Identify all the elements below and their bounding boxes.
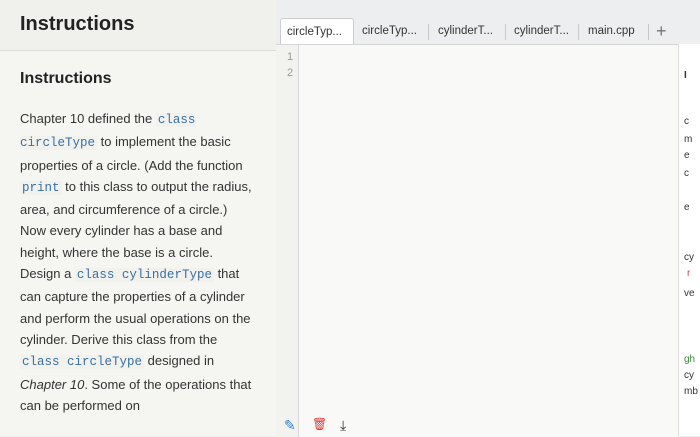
panel-fragment: m <box>684 134 693 145</box>
panel-fragment: e <box>684 150 690 161</box>
output-panel: I c m e c e cy r ve gh cy mb <box>678 44 700 436</box>
tab-label: circleTyp... <box>287 26 342 38</box>
tab-label: main.cpp <box>588 25 635 37</box>
tab-separator <box>578 24 579 40</box>
panel-fragment: c <box>684 168 689 179</box>
panel-fragment: I <box>684 70 687 81</box>
tab-separator <box>505 24 506 40</box>
tab-bar: circleTyp... circleTyp... cylinderT... c… <box>276 0 700 46</box>
page-title: Instructions <box>20 13 135 35</box>
panel-fragment: r <box>687 268 691 279</box>
line-number-gutter: 1 2 <box>276 45 299 437</box>
tab-circletype-1[interactable]: circleTyp... <box>280 18 354 45</box>
section-title: Instructions <box>20 70 112 87</box>
tab-separator <box>648 24 649 40</box>
panel-fragment: mb <box>684 386 698 397</box>
text-run: Chapter 10 defined the <box>20 111 156 126</box>
tab-main-cpp[interactable]: main.cpp <box>582 18 648 44</box>
code-snippet: class circleType <box>20 355 145 370</box>
instructions-panel: Instructions Instructions Chapter 10 def… <box>0 0 276 436</box>
panel-fragment: ve <box>684 288 695 299</box>
tab-circletype-2[interactable]: circleTyp... <box>356 18 428 44</box>
line-number: 1 <box>287 51 294 63</box>
tab-cylindertype-1[interactable]: cylinderT... <box>432 18 508 44</box>
trash-icon[interactable]: 🗑 <box>312 417 327 431</box>
tab-cylindertype-2[interactable]: cylinderT... <box>508 18 584 44</box>
text-run: designed in <box>144 353 215 369</box>
pencil-icon[interactable]: ✎ <box>284 417 296 434</box>
tab-label: circleTyp... <box>362 25 417 37</box>
tab-label: cylinderT... <box>438 25 493 37</box>
panel-fragment: c <box>684 116 689 127</box>
download-icon[interactable]: ⤓ <box>340 417 346 434</box>
tab-label: cylinderT... <box>514 25 569 37</box>
panel-fragment: e <box>684 202 690 213</box>
panel-fragment: gh <box>684 354 696 365</box>
add-tab-button[interactable]: + <box>656 22 667 40</box>
code-editor[interactable]: 1 2 <box>276 44 678 437</box>
code-snippet: class cylinderType <box>74 268 214 283</box>
text-run: Chapter 10 <box>20 376 85 392</box>
panel-fragment: cy <box>684 252 694 263</box>
code-snippet: print <box>20 180 62 195</box>
instructions-header: Instructions <box>0 0 276 51</box>
instructions-text: Chapter 10 defined the class circleType … <box>20 108 256 416</box>
tab-separator <box>428 24 429 40</box>
panel-fragment: cy <box>684 370 694 381</box>
line-number: 2 <box>287 67 294 79</box>
